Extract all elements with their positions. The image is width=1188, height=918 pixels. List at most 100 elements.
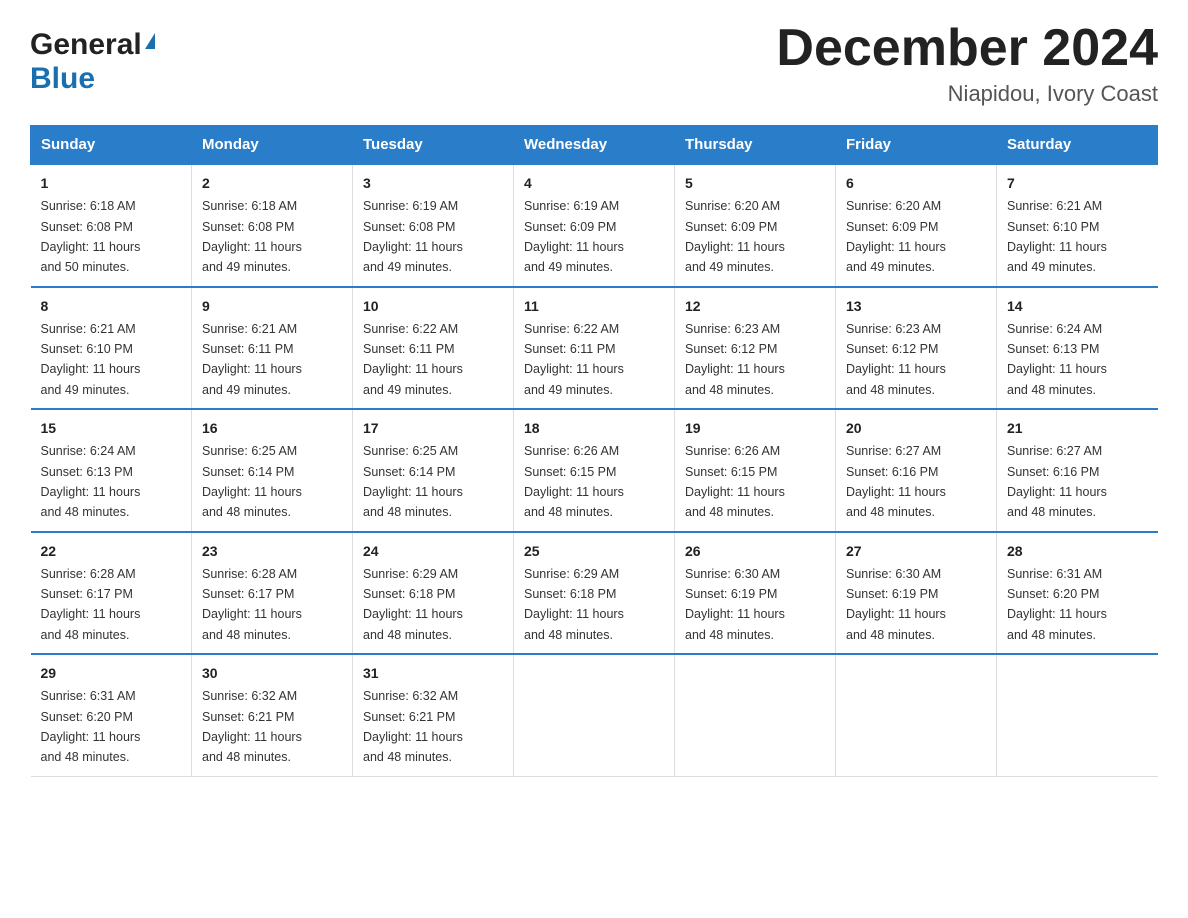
logo-blue-text: Blue	[30, 62, 95, 96]
day-cell: 6Sunrise: 6:20 AMSunset: 6:09 PMDaylight…	[836, 164, 997, 287]
day-info: Sunrise: 6:29 AMSunset: 6:18 PMDaylight:…	[363, 567, 463, 642]
day-number: 23	[202, 541, 342, 562]
day-info: Sunrise: 6:22 AMSunset: 6:11 PMDaylight:…	[363, 322, 463, 397]
day-info: Sunrise: 6:25 AMSunset: 6:14 PMDaylight:…	[202, 444, 302, 519]
day-number: 17	[363, 418, 503, 439]
day-info: Sunrise: 6:22 AMSunset: 6:11 PMDaylight:…	[524, 322, 624, 397]
week-row-2: 8 Sunrise: 6:21 AMSunset: 6:10 PMDaylight…	[31, 287, 1158, 410]
day-info: Sunrise: 6:23 AMSunset: 6:12 PMDaylight:…	[685, 322, 785, 397]
day-info: Sunrise: 6:31 AMSunset: 6:20 PMDaylight:…	[1007, 567, 1107, 642]
day-info: Sunrise: 6:30 AMSunset: 6:19 PMDaylight:…	[846, 567, 946, 642]
day-info: Sunrise: 6:18 AMSunset: 6:08 PMDaylight:…	[202, 199, 302, 274]
day-info: Sunrise: 6:31 AMSunset: 6:20 PMDaylight:…	[41, 689, 141, 764]
day-number: 4	[524, 173, 664, 194]
day-number: 19	[685, 418, 825, 439]
day-number: 29	[41, 663, 182, 684]
day-cell: 4 Sunrise: 6:19 AMSunset: 6:09 PMDaylight…	[514, 164, 675, 287]
day-info: Sunrise: 6:29 AMSunset: 6:18 PMDaylight:…	[524, 567, 624, 642]
day-info: Sunrise: 6:23 AMSunset: 6:12 PMDaylight:…	[846, 322, 946, 397]
day-number: 10	[363, 296, 503, 317]
day-number: 15	[41, 418, 182, 439]
day-number: 16	[202, 418, 342, 439]
day-number: 18	[524, 418, 664, 439]
day-cell	[675, 654, 836, 776]
day-number: 7	[1007, 173, 1148, 194]
day-cell: 27 Sunrise: 6:30 AMSunset: 6:19 PMDayligh…	[836, 532, 997, 655]
day-info: Sunrise: 6:26 AMSunset: 6:15 PMDaylight:…	[685, 444, 785, 519]
calendar-header: SundayMondayTuesdayWednesdayThursdayFrid…	[31, 126, 1158, 165]
day-cell: 16 Sunrise: 6:25 AMSunset: 6:14 PMDayligh…	[192, 409, 353, 532]
day-cell: 24 Sunrise: 6:29 AMSunset: 6:18 PMDayligh…	[353, 532, 514, 655]
day-cell: 1 Sunrise: 6:18 AMSunset: 6:08 PMDaylight…	[31, 164, 192, 287]
day-number: 1	[41, 173, 182, 194]
day-cell	[836, 654, 997, 776]
day-cell: 23 Sunrise: 6:28 AMSunset: 6:17 PMDayligh…	[192, 532, 353, 655]
day-cell: 5Sunrise: 6:20 AMSunset: 6:09 PMDaylight…	[675, 164, 836, 287]
day-number: 21	[1007, 418, 1148, 439]
day-info: Sunrise: 6:32 AMSunset: 6:21 PMDaylight:…	[202, 689, 302, 764]
header-row: SundayMondayTuesdayWednesdayThursdayFrid…	[31, 126, 1158, 165]
logo-general-text: General	[30, 28, 142, 62]
day-info: Sunrise: 6:19 AMSunset: 6:08 PMDaylight:…	[363, 199, 463, 274]
day-info: Sunrise: 6:24 AMSunset: 6:13 PMDaylight:…	[1007, 322, 1107, 397]
day-cell: 20Sunrise: 6:27 AMSunset: 6:16 PMDayligh…	[836, 409, 997, 532]
day-cell: 31 Sunrise: 6:32 AMSunset: 6:21 PMDayligh…	[353, 654, 514, 776]
day-number: 27	[846, 541, 986, 562]
day-cell: 18 Sunrise: 6:26 AMSunset: 6:15 PMDayligh…	[514, 409, 675, 532]
day-info: Sunrise: 6:30 AMSunset: 6:19 PMDaylight:…	[685, 567, 785, 642]
week-row-3: 15 Sunrise: 6:24 AMSunset: 6:13 PMDayligh…	[31, 409, 1158, 532]
day-cell: 29 Sunrise: 6:31 AMSunset: 6:20 PMDayligh…	[31, 654, 192, 776]
header-sunday: Sunday	[31, 126, 192, 165]
day-cell: 15 Sunrise: 6:24 AMSunset: 6:13 PMDayligh…	[31, 409, 192, 532]
title-area: December 2024 Niapidou, Ivory Coast	[776, 20, 1158, 107]
day-info: Sunrise: 6:25 AMSunset: 6:14 PMDaylight:…	[363, 444, 463, 519]
day-info: Sunrise: 6:18 AMSunset: 6:08 PMDaylight:…	[41, 199, 141, 274]
day-cell: 8 Sunrise: 6:21 AMSunset: 6:10 PMDaylight…	[31, 287, 192, 410]
day-cell: 2Sunrise: 6:18 AMSunset: 6:08 PMDaylight…	[192, 164, 353, 287]
day-cell	[514, 654, 675, 776]
day-info: Sunrise: 6:21 AMSunset: 6:10 PMDaylight:…	[41, 322, 141, 397]
day-number: 30	[202, 663, 342, 684]
week-row-4: 22Sunrise: 6:28 AMSunset: 6:17 PMDayligh…	[31, 532, 1158, 655]
day-info: Sunrise: 6:28 AMSunset: 6:17 PMDaylight:…	[41, 567, 141, 642]
day-number: 8	[41, 296, 182, 317]
day-cell: 25Sunrise: 6:29 AMSunset: 6:18 PMDayligh…	[514, 532, 675, 655]
day-cell: 9 Sunrise: 6:21 AMSunset: 6:11 PMDaylight…	[192, 287, 353, 410]
day-number: 20	[846, 418, 986, 439]
day-cell: 11Sunrise: 6:22 AMSunset: 6:11 PMDayligh…	[514, 287, 675, 410]
day-info: Sunrise: 6:21 AMSunset: 6:10 PMDaylight:…	[1007, 199, 1107, 274]
day-cell	[997, 654, 1158, 776]
day-cell: 26 Sunrise: 6:30 AMSunset: 6:19 PMDayligh…	[675, 532, 836, 655]
day-number: 28	[1007, 541, 1148, 562]
header-monday: Monday	[192, 126, 353, 165]
day-cell: 30 Sunrise: 6:32 AMSunset: 6:21 PMDayligh…	[192, 654, 353, 776]
header-thursday: Thursday	[675, 126, 836, 165]
location: Niapidou, Ivory Coast	[776, 81, 1158, 107]
header-tuesday: Tuesday	[353, 126, 514, 165]
day-info: Sunrise: 6:19 AMSunset: 6:09 PMDaylight:…	[524, 199, 624, 274]
day-number: 24	[363, 541, 503, 562]
day-info: Sunrise: 6:21 AMSunset: 6:11 PMDaylight:…	[202, 322, 302, 397]
day-info: Sunrise: 6:24 AMSunset: 6:13 PMDaylight:…	[41, 444, 141, 519]
day-cell: 13 Sunrise: 6:23 AMSunset: 6:12 PMDayligh…	[836, 287, 997, 410]
day-cell: 14Sunrise: 6:24 AMSunset: 6:13 PMDayligh…	[997, 287, 1158, 410]
day-number: 26	[685, 541, 825, 562]
day-number: 13	[846, 296, 986, 317]
month-title: December 2024	[776, 20, 1158, 77]
day-cell: 7 Sunrise: 6:21 AMSunset: 6:10 PMDaylight…	[997, 164, 1158, 287]
week-row-5: 29 Sunrise: 6:31 AMSunset: 6:20 PMDayligh…	[31, 654, 1158, 776]
header-friday: Friday	[836, 126, 997, 165]
day-info: Sunrise: 6:26 AMSunset: 6:15 PMDaylight:…	[524, 444, 624, 519]
header-wednesday: Wednesday	[514, 126, 675, 165]
calendar-table: SundayMondayTuesdayWednesdayThursdayFrid…	[30, 125, 1158, 777]
day-info: Sunrise: 6:32 AMSunset: 6:21 PMDaylight:…	[363, 689, 463, 764]
day-number: 31	[363, 663, 503, 684]
day-number: 3	[363, 173, 503, 194]
day-cell: 17 Sunrise: 6:25 AMSunset: 6:14 PMDayligh…	[353, 409, 514, 532]
day-info: Sunrise: 6:28 AMSunset: 6:17 PMDaylight:…	[202, 567, 302, 642]
logo: General Blue	[30, 28, 155, 96]
day-cell: 28 Sunrise: 6:31 AMSunset: 6:20 PMDayligh…	[997, 532, 1158, 655]
day-number: 5	[685, 173, 825, 194]
day-cell: 10 Sunrise: 6:22 AMSunset: 6:11 PMDayligh…	[353, 287, 514, 410]
day-number: 9	[202, 296, 342, 317]
